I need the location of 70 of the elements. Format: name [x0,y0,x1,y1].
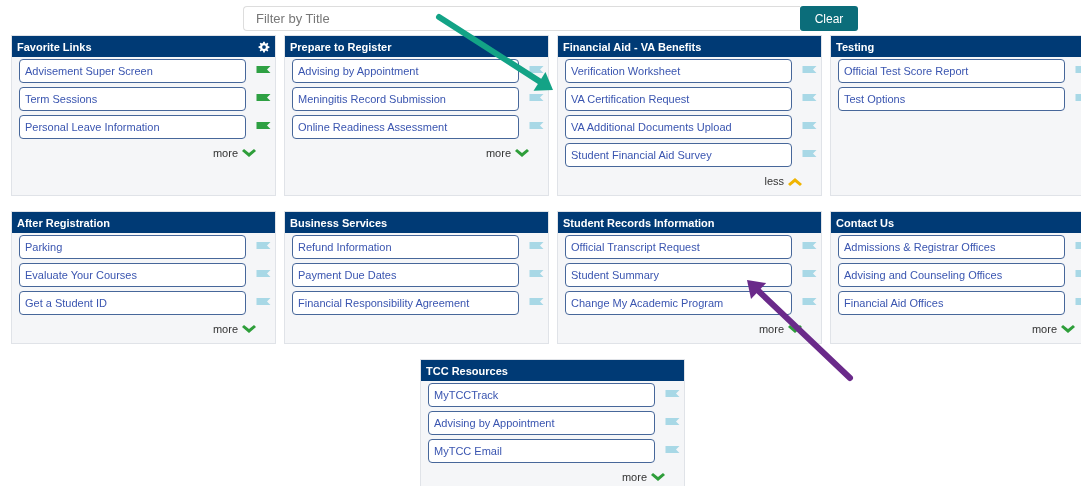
link-button[interactable]: Student Financial Aid Survey [565,143,792,167]
link-button[interactable]: Term Sessions [19,87,246,111]
toggle-link[interactable]: more [212,147,238,159]
flag-icon[interactable] [256,121,271,129]
chevron-down-icon[interactable] [788,324,802,334]
toggle-link[interactable]: less [764,175,784,187]
link-button[interactable]: MyTCCTrack [428,383,655,407]
link-button[interactable]: Refund Information [292,235,519,259]
flag-icon[interactable] [529,297,544,305]
flag-icon[interactable] [256,269,271,277]
link-button[interactable]: Personal Leave Information [19,115,246,139]
flag-icon[interactable] [802,269,817,277]
flag-icon[interactable] [256,65,271,73]
card-title: Prepare to Register [290,40,392,53]
flag-icon[interactable] [256,297,271,305]
link-button[interactable]: Evaluate Your Courses [19,263,246,287]
link-button[interactable]: Official Transcript Request [565,235,792,259]
link-button[interactable]: VA Certification Request [565,87,792,111]
link-button[interactable]: Financial Aid Offices [838,291,1065,315]
link-button[interactable]: Verification Worksheet [565,59,792,83]
flag-icon[interactable] [529,269,544,277]
toggle-link[interactable]: more [621,471,647,483]
link-button[interactable]: Test Options [838,87,1065,111]
flag-icon[interactable] [665,445,680,453]
link-button[interactable]: Online Readiness Assessment [292,115,519,139]
link-button[interactable]: Financial Responsibility Agreement [292,291,519,315]
card-title: After Registration [17,216,110,229]
flag-icon[interactable] [665,389,680,397]
link-button[interactable]: Official Test Score Report [838,59,1065,83]
flag-icon[interactable] [802,93,817,101]
card-title: Student Records Information [563,216,715,229]
settings-icon[interactable] [258,40,270,53]
link-button[interactable]: VA Additional Documents Upload [565,115,792,139]
flag-icon[interactable] [802,297,817,305]
link-button[interactable]: Meningitis Record Submission [292,87,519,111]
link-button[interactable]: MyTCC Email [428,439,655,463]
link-button[interactable]: Advising by Appointment [292,59,519,83]
toggle-link[interactable]: more [212,323,238,335]
link-button[interactable]: Payment Due Dates [292,263,519,287]
toggle-link[interactable]: more [485,147,511,159]
flag-icon[interactable] [802,149,817,157]
flag-icon[interactable] [529,121,544,129]
flag-icon[interactable] [802,241,817,249]
link-button[interactable]: Get a Student ID [19,291,246,315]
flag-icon[interactable] [802,121,817,129]
flag-icon[interactable] [665,417,680,425]
flag-icon[interactable] [529,65,544,73]
link-button[interactable]: Change My Academic Program [565,291,792,315]
flag-icon[interactable] [529,241,544,249]
flag-icon[interactable] [256,241,271,249]
card-title: TCC Resources [426,364,508,377]
flag-icon[interactable] [802,65,817,73]
flag-icon[interactable] [529,93,544,101]
card-title: Testing [836,40,875,53]
clear-button[interactable]: Clear [800,6,858,31]
chevron-up-icon[interactable] [788,176,802,186]
filter-field[interactable]: Filter by Title [243,6,800,31]
toggle-link[interactable]: more [1031,323,1057,335]
link-button[interactable]: Advising and Counseling Offices [838,263,1065,287]
link-button[interactable]: Student Summary [565,263,792,287]
card-title: Contact Us [836,216,895,229]
link-button[interactable]: Admissions & Registrar Offices [838,235,1065,259]
toggle-link[interactable]: more [758,323,784,335]
card-title: Favorite Links [17,40,92,53]
link-button[interactable]: Advising by Appointment [428,411,655,435]
card-title: Financial Aid - VA Benefits [563,40,702,53]
card-title: Business Services [290,216,388,229]
link-button[interactable]: Advisement Super Screen [19,59,246,83]
link-button[interactable]: Parking [19,235,246,259]
flag-icon[interactable] [256,93,271,101]
